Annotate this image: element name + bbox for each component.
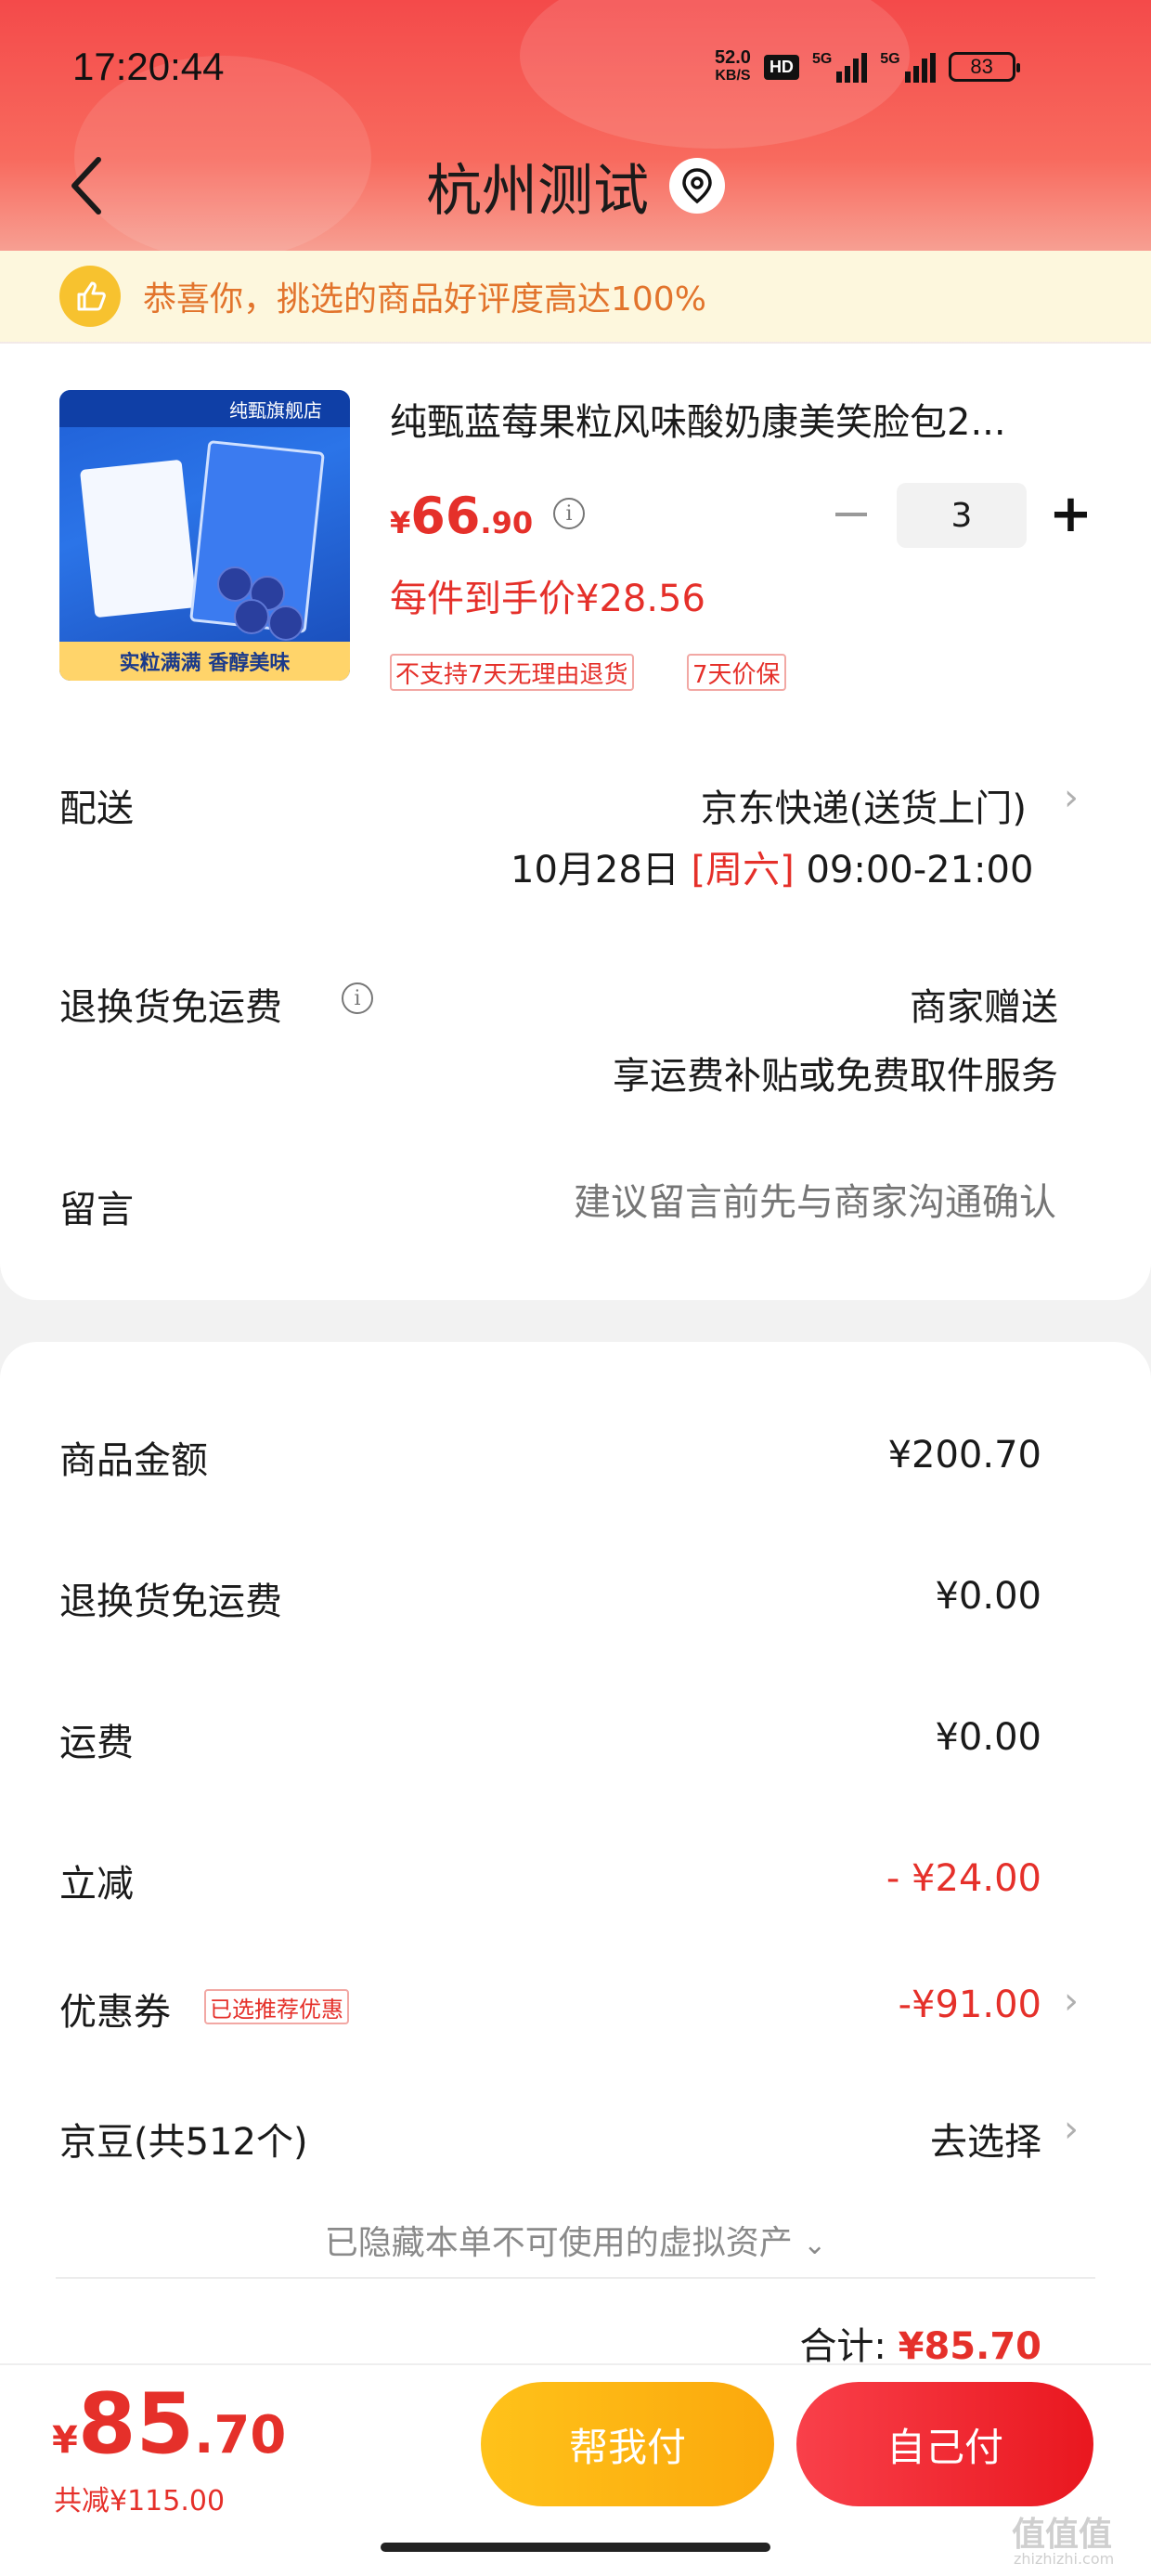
signal-label: 5G [811, 51, 833, 67]
chevron-right-icon[interactable]: › [1064, 776, 1079, 819]
shipping-value: ¥0.00 [935, 1716, 1041, 1759]
goods-amount-label: 商品金额 [59, 1439, 208, 1482]
summary-card [0, 1342, 1151, 2363]
price-decimal: .90 [480, 505, 534, 540]
product-name[interactable]: 纯甄蓝莓果粒风味酸奶康美笑脸包2... [390, 392, 1095, 446]
message-input[interactable] [390, 1172, 1058, 1233]
divider [56, 2277, 1095, 2279]
watermark-url: zhizhizhi.com [1014, 2550, 1115, 2568]
no-return-tag: 不支持7天无理由退货 [390, 654, 634, 691]
signal-icon: 5G [811, 51, 868, 83]
image-box [79, 459, 198, 618]
goods-amount-value: ¥200.70 [887, 1434, 1041, 1477]
pay-integer: 85 [77, 2375, 195, 2473]
info-icon[interactable]: i [553, 498, 585, 529]
shipping-label: 运费 [59, 1722, 134, 1764]
hidden-assets-text: 已隐藏本单不可使用的虚拟资产 [324, 2224, 793, 2262]
status-icons: 52.0 KB/S HD 5G 5G 83 [715, 41, 1020, 93]
signal-label: 5G [880, 51, 900, 67]
decrease-quantity-button[interactable] [835, 513, 867, 516]
network-speed: 52.0 KB/S [715, 48, 751, 85]
price-protection-tag: 7天价保 [687, 654, 786, 691]
chevron-right-icon[interactable]: › [1064, 2108, 1079, 2151]
coupon-label: 优惠券 [59, 1991, 171, 2034]
status-time: 17:20:44 [72, 45, 225, 88]
total-value: ¥85.70 [898, 2325, 1041, 2368]
delivery-window: 09:00-21:00 [806, 849, 1034, 891]
hd-icon: HD [763, 54, 799, 80]
total-row: 合计: ¥85.70 [650, 2316, 1041, 2370]
product-image[interactable]: 纯甄旗舰店 实粒满满 香醇美味 [59, 390, 350, 681]
delivery-time[interactable]: 10月28日 [周六] 09:00-21:00 [511, 839, 1033, 893]
increase-quantity-button[interactable]: + [1049, 488, 1093, 540]
return-shipping-value: 商家赠送 [910, 986, 1058, 1029]
price-integer: 66 [410, 487, 481, 545]
home-indicator[interactable] [381, 2543, 770, 2552]
thumbs-up-icon [59, 266, 121, 327]
return-fee-value: ¥0.00 [935, 1575, 1041, 1618]
message-label: 留言 [59, 1189, 134, 1231]
coupon-value[interactable]: -¥91.00 [743, 1984, 1041, 2026]
delivery-weekday: [周六] [691, 849, 795, 891]
image-berry [234, 599, 269, 634]
praise-banner: 恭喜你，挑选的商品好评度高达100% [0, 251, 1151, 342]
coupon-tag: 已选推荐优惠 [204, 1989, 349, 2024]
pay-amount: ¥ 85 .70 [52, 2375, 286, 2473]
network-speed-value: 52.0 [715, 47, 751, 68]
product-price: ¥ 66 .90 [390, 487, 533, 545]
pay-decimal: .70 [194, 2405, 287, 2465]
unit-price: 每件到手价¥28.56 [390, 578, 705, 620]
delivery-method[interactable]: 京东快递(送货上门) [557, 778, 1027, 832]
total-savings: 共减¥115.00 [54, 2485, 226, 2517]
battery-icon: 83 [948, 52, 1020, 82]
info-icon[interactable]: i [342, 982, 373, 1014]
image-berry [268, 605, 304, 641]
page-title[interactable]: 杭州测试 [426, 146, 649, 227]
chevron-down-icon: ⌄ [803, 2229, 827, 2261]
jd-beans-select[interactable]: 去选择 [835, 2112, 1041, 2166]
network-speed-unit: KB/S [715, 68, 751, 84]
signal-icon: 5G [880, 51, 936, 83]
quantity-input[interactable]: 3 [897, 483, 1027, 548]
discount-label: 立减 [59, 1863, 134, 1906]
title-bar: 杭州测试 [0, 149, 1151, 224]
image-brand: 纯甄旗舰店 [59, 390, 350, 427]
discount-value: - ¥24.00 [886, 1857, 1041, 1900]
return-shipping-label: 退换货免运费 [59, 986, 282, 1029]
total-label: 合计: [799, 2325, 886, 2368]
pay-currency: ¥ [52, 2419, 78, 2462]
watermark: 值值值 [1012, 2516, 1113, 2554]
jd-beans-label: 京豆(共512个) [59, 2121, 308, 2164]
chevron-right-icon[interactable]: › [1064, 1980, 1079, 2023]
hidden-assets-toggle[interactable]: 已隐藏本单不可使用的虚拟资产 ⌄ [0, 2216, 1151, 2264]
delivery-date: 10月28日 [511, 849, 679, 891]
self-pay-button[interactable]: 自己付 [796, 2382, 1093, 2506]
location-pin-icon[interactable] [669, 158, 725, 214]
image-berry [217, 566, 252, 602]
price-currency: ¥ [390, 505, 411, 540]
delivery-label: 配送 [59, 787, 134, 830]
return-shipping-sub: 享运费补贴或免费取件服务 [613, 1055, 1058, 1098]
return-fee-label: 退换货免运费 [59, 1581, 282, 1623]
image-slogan: 实粒满满 香醇美味 [59, 642, 350, 681]
help-pay-button[interactable]: 帮我付 [481, 2382, 774, 2506]
praise-banner-text: 恭喜你，挑选的商品好评度高达100% [143, 280, 706, 319]
